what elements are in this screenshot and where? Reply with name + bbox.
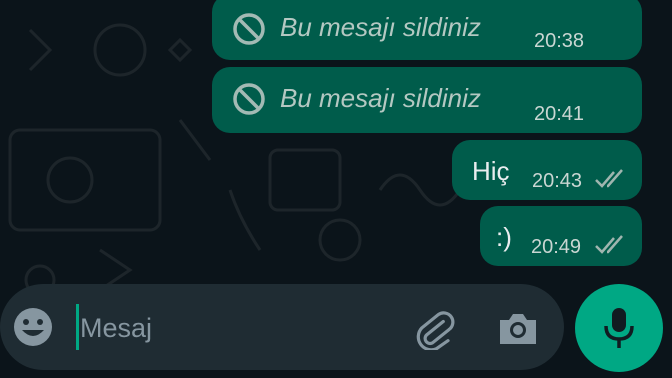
message-time: 20:43	[532, 170, 583, 192]
sent-message[interactable]: Hiç 20:43	[452, 140, 642, 200]
message-text: :)	[496, 222, 512, 252]
message-time: 20:38	[534, 30, 585, 52]
mic-button[interactable]	[575, 284, 663, 372]
deleted-message-text: Bu mesajı sildiniz	[280, 83, 481, 113]
camera-icon[interactable]	[496, 308, 540, 348]
message-time: 20:41	[534, 103, 585, 125]
message-text: Hiç	[472, 156, 510, 186]
message-list: Bu mesajı sildiniz 20:38 Bu mesajı sildi…	[0, 0, 672, 280]
mic-icon	[604, 308, 634, 348]
deleted-icon	[233, 13, 265, 45]
emoji-icon[interactable]	[12, 306, 54, 348]
deleted-message[interactable]: Bu mesajı sildiniz 20:38	[212, 0, 642, 60]
double-tick-icon	[595, 169, 623, 188]
attach-icon[interactable]	[412, 306, 456, 350]
message-composer	[0, 284, 564, 370]
deleted-message-text: Bu mesajı sildiniz	[280, 12, 481, 42]
deleted-icon	[233, 83, 265, 115]
message-input[interactable]	[78, 306, 382, 350]
double-tick-icon	[595, 235, 623, 254]
message-time: 20:49	[531, 236, 582, 258]
sent-message[interactable]: :) 20:49	[480, 206, 642, 266]
deleted-message[interactable]: Bu mesajı sildiniz 20:41	[212, 67, 642, 133]
